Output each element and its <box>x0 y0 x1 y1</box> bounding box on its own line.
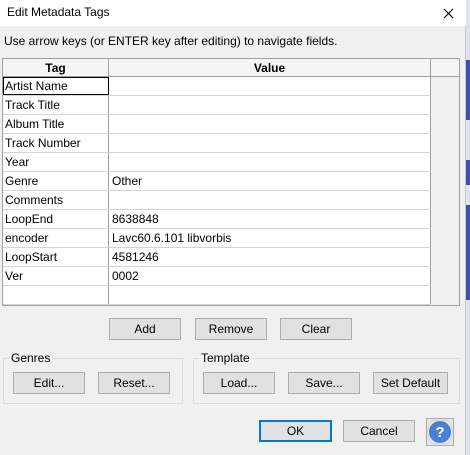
table-row[interactable]: Comments <box>3 191 431 210</box>
metadata-dialog: Edit Metadata Tags Use arrow keys (or EN… <box>0 0 466 455</box>
table-row[interactable]: Ver 0002 <box>3 267 431 286</box>
value-cell[interactable]: Lavc60.6.101 libvorbis <box>109 229 431 247</box>
table-row[interactable]: Genre Other <box>3 172 431 191</box>
tag-cell[interactable]: Year <box>3 153 109 171</box>
tag-cell[interactable]: encoder <box>3 229 109 247</box>
edit-genres-button[interactable]: Edit... <box>13 372 85 394</box>
table-row[interactable]: Album Title <box>3 115 431 134</box>
value-cell[interactable]: 8638848 <box>109 210 431 228</box>
close-button[interactable] <box>430 0 466 26</box>
background-waveform <box>466 205 470 300</box>
remove-button[interactable]: Remove <box>195 318 267 340</box>
reset-genres-button[interactable]: Reset... <box>98 372 170 394</box>
set-default-template-button[interactable]: Set Default <box>373 372 448 394</box>
column-header-filler <box>431 59 459 77</box>
column-header-tag[interactable]: Tag <box>3 59 109 77</box>
value-cell[interactable] <box>109 77 431 95</box>
value-cell[interactable]: 0002 <box>109 267 431 285</box>
value-cell[interactable]: Other <box>109 172 431 190</box>
template-group-label: Template <box>199 351 252 365</box>
dialog-title: Edit Metadata Tags <box>7 5 110 19</box>
background-waveform <box>466 160 470 185</box>
genres-group-label: Genres <box>9 351 53 365</box>
help-button[interactable]: ? <box>426 418 454 446</box>
table-body: Artist Name Track Title Album Title Track N… <box>3 77 431 305</box>
navigation-hint: Use arrow keys (or ENTER key after editi… <box>4 34 338 48</box>
tag-cell[interactable]: LoopStart <box>3 248 109 266</box>
tag-cell[interactable]: Track Number <box>3 134 109 152</box>
tag-cell[interactable]: Album Title <box>3 115 109 133</box>
value-cell[interactable] <box>109 134 431 152</box>
value-cell[interactable] <box>109 191 431 209</box>
table-row[interactable]: Year <box>3 153 431 172</box>
table-row[interactable] <box>3 286 431 305</box>
value-cell[interactable] <box>109 115 431 133</box>
title-bar: Edit Metadata Tags <box>0 0 466 26</box>
tags-table: Tag Value Artist Name Track Title Album Ti… <box>2 58 460 306</box>
value-cell[interactable] <box>109 153 431 171</box>
save-template-button[interactable]: Save... <box>288 372 360 394</box>
load-template-button[interactable]: Load... <box>203 372 275 394</box>
tag-cell[interactable]: LoopEnd <box>3 210 109 228</box>
table-row[interactable]: Track Title <box>3 96 431 115</box>
tag-cell[interactable]: Artist Name <box>3 77 109 95</box>
column-header-value[interactable]: Value <box>109 59 431 77</box>
close-icon <box>443 8 453 18</box>
tag-cell[interactable]: Track Title <box>3 96 109 114</box>
table-row[interactable]: LoopStart 4581246 <box>3 248 431 267</box>
clear-button[interactable]: Clear <box>280 318 352 340</box>
table-row[interactable]: Track Number <box>3 134 431 153</box>
help-icon: ? <box>429 421 451 443</box>
cancel-button[interactable]: Cancel <box>343 420 415 442</box>
value-cell[interactable] <box>109 286 431 304</box>
tag-cell[interactable]: Ver <box>3 267 109 285</box>
value-cell[interactable]: 4581246 <box>109 248 431 266</box>
add-button[interactable]: Add <box>109 318 181 340</box>
table-row[interactable]: LoopEnd 8638848 <box>3 210 431 229</box>
table-row[interactable]: encoder Lavc60.6.101 libvorbis <box>3 229 431 248</box>
tag-cell[interactable]: Comments <box>3 191 109 209</box>
background-waveform <box>466 60 470 120</box>
ok-button[interactable]: OK <box>259 420 332 442</box>
tag-cell[interactable]: Genre <box>3 172 109 190</box>
table-row[interactable]: Artist Name <box>3 77 431 96</box>
value-cell[interactable] <box>109 96 431 114</box>
tag-cell[interactable] <box>3 286 109 304</box>
table-empty-area <box>431 77 459 305</box>
